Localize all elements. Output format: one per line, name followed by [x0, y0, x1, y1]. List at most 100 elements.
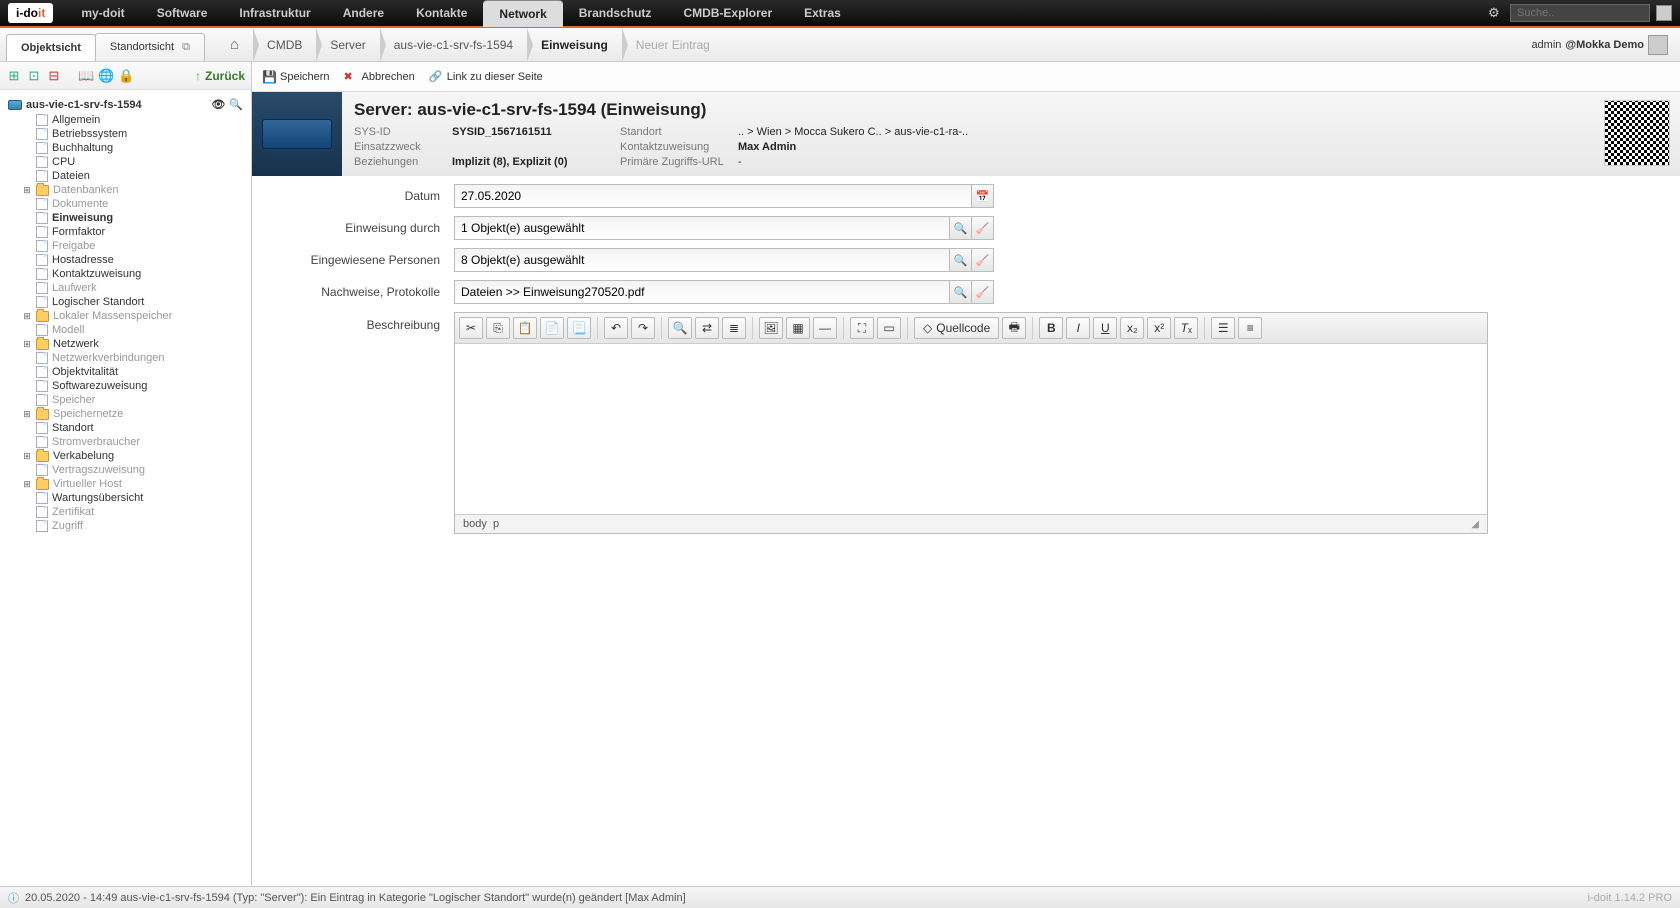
find-icon[interactable]: 🔍: [668, 317, 692, 339]
expand-icon[interactable]: ⊞: [22, 409, 32, 420]
search-icon[interactable]: [229, 98, 243, 111]
qr-code[interactable]: [1604, 100, 1670, 166]
back-button[interactable]: Zurück: [195, 69, 245, 83]
permalink-button[interactable]: Link zu dieser Seite: [429, 70, 543, 84]
clear-button[interactable]: [972, 280, 994, 304]
popout-icon[interactable]: ⧉: [182, 41, 190, 54]
instructor-input[interactable]: [454, 216, 950, 240]
tree-item[interactable]: Speicher: [22, 393, 247, 407]
user-avatar-icon[interactable]: [1656, 5, 1672, 21]
undo-icon[interactable]: ↶: [604, 317, 628, 339]
topmenu-item[interactable]: Kontakte: [400, 0, 483, 27]
tree-item[interactable]: Objektvitalität: [22, 365, 247, 379]
eye-icon[interactable]: [211, 98, 225, 111]
persons-input[interactable]: [454, 248, 950, 272]
tree-tool-icon[interactable]: ⊞: [6, 68, 22, 84]
maximize-icon[interactable]: ⛶: [850, 317, 874, 339]
tree-item[interactable]: Modell: [22, 323, 247, 337]
tree-item[interactable]: Buchhaltung: [22, 141, 247, 155]
expand-icon[interactable]: ⊞: [22, 451, 32, 462]
meta-value[interactable]: Implizit (8), Explizit (0): [452, 156, 612, 168]
rte-textarea[interactable]: [455, 344, 1487, 514]
tree-item[interactable]: Zugriff: [22, 519, 247, 533]
table-icon[interactable]: ▦: [786, 317, 810, 339]
copy-icon[interactable]: ⎘: [486, 317, 510, 339]
number-list-icon[interactable]: ≡: [1238, 317, 1262, 339]
tree-item[interactable]: Formfaktor: [22, 225, 247, 239]
paste-text-icon[interactable]: 📄: [540, 317, 564, 339]
avatar-icon[interactable]: [1648, 35, 1668, 55]
tree-item[interactable]: Laufwerk: [22, 281, 247, 295]
paste-icon[interactable]: 📋: [513, 317, 537, 339]
tree-item[interactable]: Betriebssystem: [22, 127, 247, 141]
breadcrumb-item[interactable]: Server: [316, 38, 379, 52]
tree-item[interactable]: Logischer Standort: [22, 295, 247, 309]
tree-item[interactable]: Einweisung: [22, 211, 247, 225]
remove-format-icon[interactable]: ≣: [722, 317, 746, 339]
tree-item[interactable]: Freigabe: [22, 239, 247, 253]
gear-icon[interactable]: [1488, 5, 1504, 21]
breadcrumb-item[interactable]: Einweisung: [527, 38, 622, 52]
resize-handle-icon[interactable]: [1471, 518, 1479, 530]
redo-icon[interactable]: ↷: [631, 317, 655, 339]
tree-item[interactable]: Softwarezuweisung: [22, 379, 247, 393]
clear-button[interactable]: [972, 216, 994, 240]
replace-icon[interactable]: ⇄: [695, 317, 719, 339]
tree-item[interactable]: Netzwerkverbindungen: [22, 351, 247, 365]
tree-item[interactable]: ⊞Speichernetze: [22, 407, 247, 421]
print-icon[interactable]: 🖶: [1002, 317, 1026, 339]
clear-button[interactable]: [972, 248, 994, 272]
tree-tool-icon[interactable]: ⊟: [46, 68, 62, 84]
topmenu-item[interactable]: Brandschutz: [563, 0, 668, 27]
tree-item[interactable]: CPU: [22, 155, 247, 169]
browse-button[interactable]: [950, 280, 972, 304]
paste-word-icon[interactable]: 📃: [567, 317, 591, 339]
topmenu-item[interactable]: Extras: [788, 0, 857, 27]
logo[interactable]: i-doit: [8, 3, 53, 23]
tree-root[interactable]: aus-vie-c1-srv-fs-1594: [4, 96, 247, 113]
tree-item[interactable]: ⊞Datenbanken: [22, 183, 247, 197]
tab-standortsicht[interactable]: Standortsicht⧉: [95, 33, 205, 61]
browse-button[interactable]: [950, 248, 972, 272]
italic-icon[interactable]: I: [1066, 317, 1090, 339]
topmenu-item[interactable]: Andere: [327, 0, 400, 27]
tree-item[interactable]: Dateien: [22, 169, 247, 183]
tree-item[interactable]: ⊞Virtueller Host: [22, 477, 247, 491]
topmenu-item[interactable]: Infrastruktur: [223, 0, 326, 27]
expand-icon[interactable]: ⊞: [22, 339, 32, 350]
expand-icon[interactable]: ⊞: [22, 311, 32, 322]
superscript-icon[interactable]: x²: [1147, 317, 1171, 339]
tab-objektsicht[interactable]: Objektsicht: [6, 34, 96, 61]
meta-value[interactable]: Max Admin: [738, 141, 1668, 153]
tree-item[interactable]: Dokumente: [22, 197, 247, 211]
tree-item[interactable]: ⊞Verkabelung: [22, 449, 247, 463]
bold-icon[interactable]: B: [1039, 317, 1063, 339]
lock-icon[interactable]: 🔒: [118, 68, 134, 84]
book-icon[interactable]: 📖: [78, 68, 94, 84]
topmenu-item[interactable]: Software: [141, 0, 224, 27]
image-icon[interactable]: 🖼: [759, 317, 783, 339]
cancel-button[interactable]: Abbrechen: [344, 70, 415, 84]
tree-item[interactable]: ⊞Netzwerk: [22, 337, 247, 351]
save-button[interactable]: Speichern: [262, 70, 330, 84]
calendar-button[interactable]: [972, 184, 994, 208]
source-button[interactable]: ◇ Quellcode: [914, 317, 999, 339]
breadcrumb-item[interactable]: CMDB: [253, 38, 316, 52]
underline-icon[interactable]: U: [1093, 317, 1117, 339]
hr-icon[interactable]: ―: [813, 317, 837, 339]
expand-icon[interactable]: ⊞: [22, 185, 32, 196]
topmenu-item[interactable]: CMDB-Explorer: [667, 0, 788, 27]
tree-item[interactable]: Wartungsübersicht: [22, 491, 247, 505]
topmenu-item[interactable]: my-doit: [65, 0, 140, 27]
breadcrumb-home[interactable]: [216, 36, 253, 53]
meta-value[interactable]: .. > Wien > Mocca Sukero C.. > aus-vie-c…: [738, 126, 1668, 138]
blocks-icon[interactable]: ▭: [877, 317, 901, 339]
globe-icon[interactable]: 🌐: [98, 68, 114, 84]
bullet-list-icon[interactable]: ☰: [1211, 317, 1235, 339]
browse-button[interactable]: [950, 216, 972, 240]
tree-item[interactable]: Kontaktzuweisung: [22, 267, 247, 281]
tree-item[interactable]: Allgemein: [22, 113, 247, 127]
tree-item[interactable]: Zertifikat: [22, 505, 247, 519]
expand-icon[interactable]: ⊞: [22, 479, 32, 490]
subscript-icon[interactable]: x₂: [1120, 317, 1144, 339]
